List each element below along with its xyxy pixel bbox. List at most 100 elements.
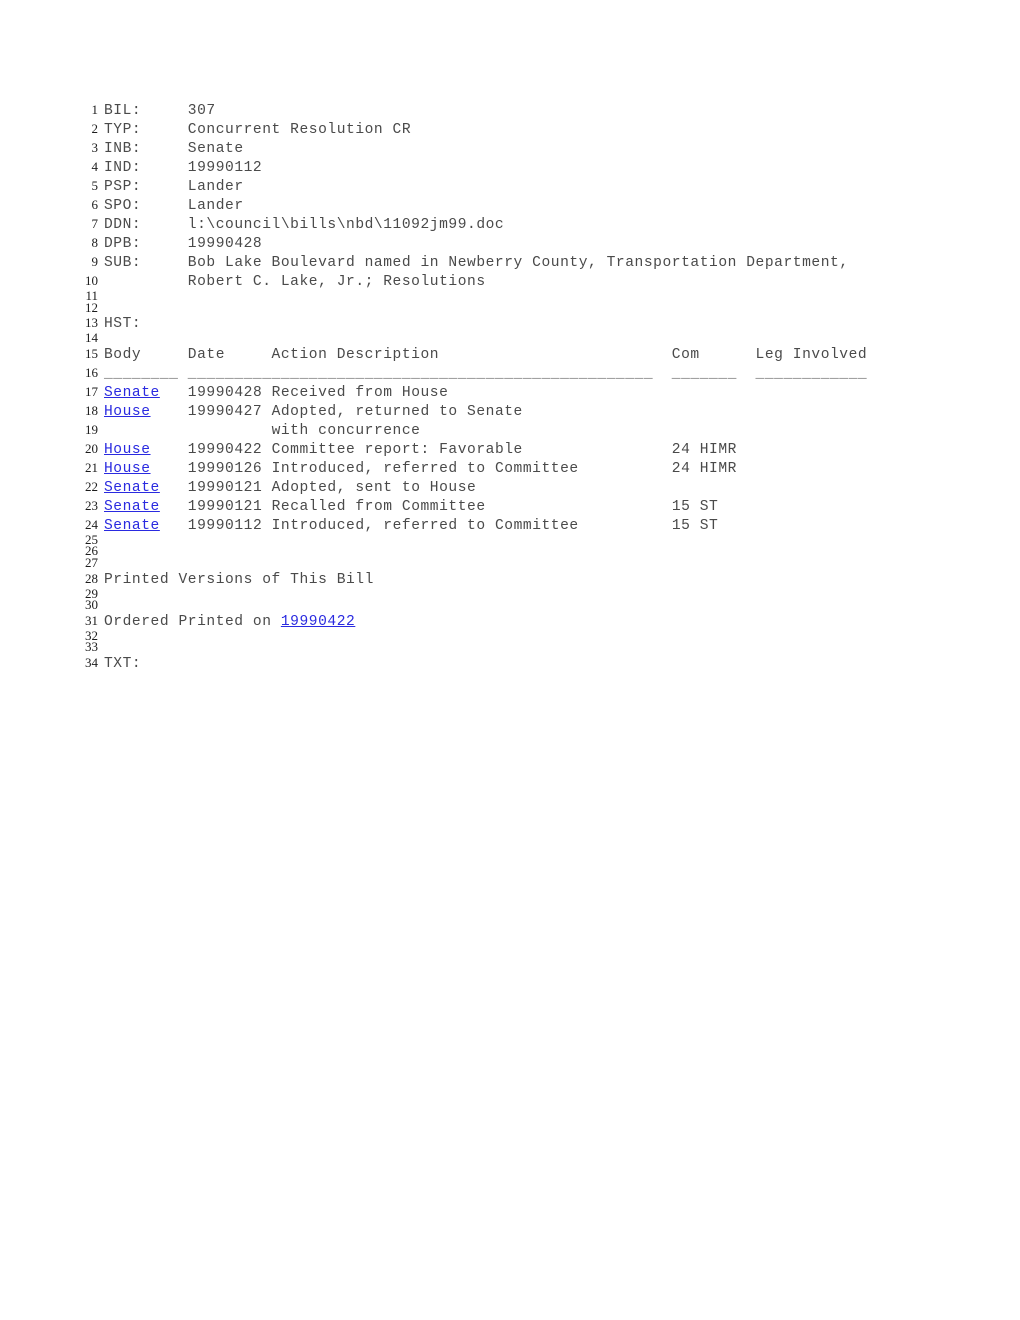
table-row: 22 Senate 19990121 Adopted, sent to House xyxy=(72,477,1020,496)
line-number: 28 xyxy=(85,570,98,586)
table-rule-row: 16 ________ _____________________________… xyxy=(72,363,1020,382)
field-label: INB: xyxy=(104,141,188,157)
line-number: 31 xyxy=(85,612,98,628)
action-cell: Received from House xyxy=(271,384,672,401)
ordered-printed-line: 31 Ordered Printed on 19990422 xyxy=(72,611,1020,630)
table-row: 18 House 19990427 Adopted, returned to Se… xyxy=(72,401,1020,420)
body-link[interactable]: Senate xyxy=(104,499,160,515)
field-value: Concurrent Resolution CR xyxy=(187,122,412,138)
field-line: 9 SUB: Bob Lake Boulevard named in Newber… xyxy=(72,252,1020,271)
line-content: PSP: Lander xyxy=(104,178,1020,197)
field-line: 2 TYP: Concurrent Resolution CR xyxy=(72,119,1020,138)
field-line: 10 Robert C. Lake, Jr.; Resolutions xyxy=(72,271,1020,290)
table-row: 17 Senate 19990428 Received from House xyxy=(72,382,1020,401)
ordered-printed-label: Ordered Printed on xyxy=(104,613,281,630)
ordered-printed-date-link[interactable]: 19990422 xyxy=(281,614,355,630)
action-cell: Recalled from Committee xyxy=(271,498,672,515)
body-link[interactable]: House xyxy=(104,461,151,477)
line-content: BIL: 307 xyxy=(104,102,1020,121)
action-cell: Introduced, referred to Committee xyxy=(271,517,672,534)
line-number: 22 xyxy=(85,478,98,494)
field-label: SPO: xyxy=(104,198,188,214)
com-cell: 15 ST xyxy=(671,517,756,534)
field-line: 4 IND: 19990112 xyxy=(72,157,1020,176)
text-section-label-line: 34 TXT: xyxy=(72,653,1020,672)
field-value: Robert C. Lake, Jr.; Resolutions xyxy=(187,274,486,290)
line-number: 9 xyxy=(91,254,99,269)
field-label: DDN: xyxy=(104,217,188,233)
field-value: Lander xyxy=(187,179,244,195)
com-cell xyxy=(672,385,756,401)
action-cell: with concurrence xyxy=(271,422,672,439)
line-number: 2 xyxy=(91,121,99,136)
line-content: DPB: 19990428 xyxy=(104,235,1020,254)
line-number: 1 xyxy=(91,102,99,117)
field-label xyxy=(104,274,188,290)
line-number: 27 xyxy=(85,554,98,570)
field-value: 19990112 xyxy=(187,160,263,176)
field-value: 19990428 xyxy=(187,236,263,252)
line-number: 15 xyxy=(85,345,98,361)
field-label: PSP: xyxy=(104,179,188,195)
body-link[interactable]: Senate xyxy=(104,480,160,496)
line-content: House 19990126 Introduced, referred to C… xyxy=(104,460,1020,479)
line-content: TYP: Concurrent Resolution CR xyxy=(104,121,1020,140)
line-number: 12 xyxy=(85,299,98,315)
line-content: TXT: xyxy=(104,655,1020,674)
body-link[interactable]: Senate xyxy=(104,385,160,401)
field-value: Lander xyxy=(187,198,244,214)
body-link[interactable]: House xyxy=(104,442,151,458)
table-row: 19 with concurrence xyxy=(72,420,1020,439)
com-cell: 24 HIMR xyxy=(671,460,756,477)
table-header-row: 15 Body Date Action Description Com Leg I… xyxy=(72,344,1020,363)
line-content: HST: xyxy=(104,315,1020,334)
history-section-label-line: 13 HST: xyxy=(72,313,1020,332)
field-value: 307 xyxy=(187,103,216,119)
body-link[interactable]: House xyxy=(104,404,151,420)
line-number: 17 xyxy=(85,383,98,399)
date-cell xyxy=(188,423,272,439)
date-cell: 19990126 xyxy=(187,460,272,477)
printed-versions-heading: Printed Versions of This Bill xyxy=(104,571,374,588)
field-label: BIL: xyxy=(104,103,188,119)
field-line: 6 SPO: Lander xyxy=(72,195,1020,214)
line-number: 4 xyxy=(91,159,99,174)
com-cell: 15 ST xyxy=(671,498,756,515)
blank-line: 27 xyxy=(72,554,1020,570)
line-content: SUB: Bob Lake Boulevard named in Newberr… xyxy=(104,254,1020,273)
field-value: Senate xyxy=(187,141,244,157)
field-value: l:\council\bills\nbd\11092jm99.doc xyxy=(187,217,505,233)
line-content: Ordered Printed on 19990422 xyxy=(104,613,1020,632)
date-cell: 19990428 xyxy=(187,384,272,401)
field-label: SUB: xyxy=(104,255,188,271)
line-content: INB: Senate xyxy=(104,140,1020,159)
line-number: 16 xyxy=(85,364,98,380)
field-label: IND: xyxy=(104,160,188,176)
field-label: TYP: xyxy=(104,122,188,138)
date-cell: 19990427 xyxy=(187,403,272,420)
line-content: DDN: l:\council\bills\nbd\11092jm99.doc xyxy=(104,216,1020,235)
date-cell: 19990422 xyxy=(187,441,272,458)
line-number: 14 xyxy=(85,330,98,346)
body-link[interactable]: Senate xyxy=(104,518,160,534)
date-cell: 19990121 xyxy=(187,498,272,515)
line-content: Senate 19990121 Recalled from Committee … xyxy=(104,498,1020,517)
line-number: 6 xyxy=(91,197,99,212)
line-number: 20 xyxy=(85,440,98,456)
field-line: 1 BIL: 307 xyxy=(72,100,1020,119)
line-number: 19 xyxy=(85,421,98,437)
action-cell: Adopted, returned to Senate xyxy=(271,403,672,420)
line-number: 3 xyxy=(91,140,99,155)
line-content: SPO: Lander xyxy=(104,197,1020,216)
line-number: 24 xyxy=(85,516,98,532)
field-line: 3 INB: Senate xyxy=(72,138,1020,157)
line-content: Senate 19990112 Introduced, referred to … xyxy=(104,517,1020,536)
body-cell xyxy=(104,423,188,439)
table-row: 24 Senate 19990112 Introduced, referred t… xyxy=(72,515,1020,534)
line-content: Robert C. Lake, Jr.; Resolutions xyxy=(104,273,1020,292)
printed-versions-heading-line: 28 Printed Versions of This Bill xyxy=(72,569,1020,588)
action-cell: Adopted, sent to House xyxy=(271,479,672,496)
line-content: ________ _______________________________… xyxy=(104,365,1020,384)
line-number: 8 xyxy=(91,235,99,250)
